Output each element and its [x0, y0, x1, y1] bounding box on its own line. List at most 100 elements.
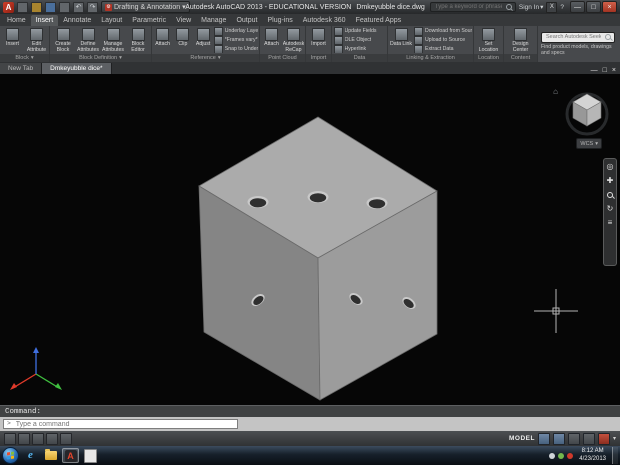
- tab-parametric[interactable]: Parametric: [127, 15, 171, 26]
- navbar-menu-icon[interactable]: ≡: [605, 218, 615, 228]
- infocenter-search[interactable]: [429, 2, 516, 12]
- tab-annotate[interactable]: Annotate: [58, 15, 96, 26]
- ucs-icon[interactable]: [10, 347, 62, 390]
- redo-icon[interactable]: ↷: [87, 1, 98, 13]
- command-input[interactable]: [13, 419, 234, 429]
- maximize-button[interactable]: □: [586, 1, 601, 13]
- tab-autodesk-360[interactable]: Autodesk 360: [298, 15, 351, 26]
- orbit-icon[interactable]: ↻: [605, 204, 615, 214]
- model-space-button[interactable]: MODEL: [509, 435, 535, 442]
- viewcube-home-icon[interactable]: ⌂: [553, 88, 558, 96]
- taskbar-file-explorer[interactable]: [42, 448, 59, 463]
- show-desktop-button[interactable]: [612, 447, 618, 464]
- autocad-logo-icon[interactable]: A: [3, 1, 14, 13]
- panel-title-reference[interactable]: Reference ▾: [152, 54, 259, 62]
- block-editor-button[interactable]: Block Editor: [126, 27, 150, 53]
- minimize-button[interactable]: —: [570, 1, 585, 13]
- panel-title-data[interactable]: Data: [332, 54, 387, 62]
- adjust-button[interactable]: Adjust: [194, 27, 213, 53]
- status-menu-arrow-icon[interactable]: ▾: [613, 435, 616, 442]
- seek-search-box[interactable]: [541, 31, 615, 43]
- manage-attributes-button[interactable]: Manage Attributes: [101, 27, 125, 53]
- taskbar-document[interactable]: [82, 448, 99, 463]
- sign-in-button[interactable]: Sign In ▾: [519, 3, 544, 12]
- tab-layout[interactable]: Layout: [96, 15, 127, 26]
- tab-featured-apps[interactable]: Featured Apps: [351, 15, 407, 26]
- save-icon[interactable]: [45, 1, 56, 13]
- panel-title-location[interactable]: Location: [474, 54, 503, 62]
- tab-insert[interactable]: Insert: [30, 15, 59, 26]
- taskbar-internet-explorer[interactable]: e: [22, 448, 39, 463]
- data-link-button[interactable]: Data Link: [389, 27, 413, 53]
- osnap-toggle[interactable]: [60, 432, 72, 445]
- open-file-icon[interactable]: [31, 1, 42, 13]
- polar-toggle[interactable]: [46, 432, 58, 445]
- exchange-apps-icon[interactable]: X: [546, 1, 558, 13]
- dice-model[interactable]: [198, 116, 438, 401]
- tray-icon-1[interactable]: [549, 452, 556, 459]
- help-icon[interactable]: ?: [560, 4, 564, 11]
- taskbar-clock[interactable]: 8:12 AM 4/23/2013: [576, 448, 609, 462]
- drawing-restore-button[interactable]: □: [603, 67, 607, 74]
- set-location-button[interactable]: Set Location: [475, 27, 502, 53]
- panel-title-block-definition[interactable]: Block Definition ▾: [50, 54, 151, 62]
- import-button[interactable]: Import: [307, 27, 330, 53]
- extract-data-button[interactable]: Extract Data: [414, 44, 472, 53]
- grid-toggle[interactable]: [18, 432, 30, 445]
- download-from-source-button[interactable]: Download from Source: [414, 27, 472, 36]
- quick-view-drawings-icon[interactable]: [552, 432, 565, 445]
- tab-plugins[interactable]: Plug-ins: [262, 15, 297, 26]
- drawing-minimize-button[interactable]: —: [591, 67, 598, 74]
- panel-title-content[interactable]: Content: [504, 54, 537, 62]
- panel-title-linking-extraction[interactable]: Linking & Extraction: [388, 54, 473, 62]
- search-icon[interactable]: [605, 33, 612, 41]
- plot-icon[interactable]: [59, 1, 70, 13]
- underlay-layers-button[interactable]: Underlay Layers: [213, 27, 258, 36]
- tab-output[interactable]: Output: [231, 15, 262, 26]
- zoom-icon[interactable]: [605, 190, 615, 200]
- steering-wheel-icon[interactable]: ◎: [605, 162, 615, 172]
- new-file-icon[interactable]: [17, 1, 28, 13]
- start-button[interactable]: [2, 447, 19, 464]
- file-tab-new[interactable]: New Tab: [0, 63, 43, 74]
- snap-to-underlays-dropdown[interactable]: Snap to Underlays ON: [213, 44, 258, 53]
- create-block-button[interactable]: Create Block: [51, 27, 75, 53]
- hardware-acceleration-icon[interactable]: [597, 432, 610, 445]
- close-button[interactable]: ×: [602, 1, 617, 13]
- tab-home[interactable]: Home: [2, 15, 31, 26]
- viewcube[interactable]: [560, 84, 614, 138]
- command-input-box[interactable]: >: [3, 419, 238, 429]
- ole-object-button[interactable]: OLE Object: [333, 35, 386, 45]
- command-history[interactable]: Command:: [0, 405, 620, 417]
- panel-title-point-cloud[interactable]: Point Cloud: [260, 54, 305, 62]
- frames-dropdown[interactable]: *Frames vary*: [213, 35, 258, 45]
- insert-block-button[interactable]: Insert: [1, 27, 24, 53]
- autodesk-recap-button[interactable]: Autodesk ReCap: [283, 27, 304, 53]
- snap-toggle[interactable]: [4, 432, 16, 445]
- model-space-canvas[interactable]: ⌂ WCS ▾ ◎ ✚ ↻ ≡: [0, 74, 620, 405]
- search-icon[interactable]: [505, 3, 513, 11]
- tab-manage[interactable]: Manage: [196, 15, 231, 26]
- undo-icon[interactable]: ↶: [73, 1, 84, 13]
- taskbar-autocad[interactable]: A: [62, 448, 79, 463]
- tray-icon-3[interactable]: [567, 452, 574, 459]
- wcs-menu-button[interactable]: WCS ▾: [576, 138, 602, 149]
- seek-search-input[interactable]: [544, 33, 603, 42]
- panel-title-import[interactable]: Import: [306, 54, 331, 62]
- panel-title-block[interactable]: Block ▾: [0, 54, 49, 62]
- edit-attribute-button[interactable]: Edit Attribute: [25, 27, 48, 53]
- annotation-scale-icon[interactable]: [567, 432, 580, 445]
- update-fields-button[interactable]: Update Fields: [333, 27, 386, 36]
- file-tab-dice[interactable]: Dmkeyubble dice*: [42, 63, 112, 74]
- attach-reference-button[interactable]: Attach: [153, 27, 172, 53]
- design-center-button[interactable]: Design Center: [506, 27, 536, 53]
- pan-icon[interactable]: ✚: [605, 176, 615, 186]
- ortho-toggle[interactable]: [32, 432, 44, 445]
- define-attributes-button[interactable]: Define Attributes: [76, 27, 100, 53]
- tray-icon-2[interactable]: [558, 452, 565, 459]
- upload-to-source-button[interactable]: Upload to Source: [414, 35, 472, 45]
- attach-point-cloud-button[interactable]: Attach: [261, 27, 282, 53]
- clip-button[interactable]: Clip: [173, 27, 192, 53]
- tab-view[interactable]: View: [171, 15, 196, 26]
- quick-view-layouts-icon[interactable]: [537, 432, 550, 445]
